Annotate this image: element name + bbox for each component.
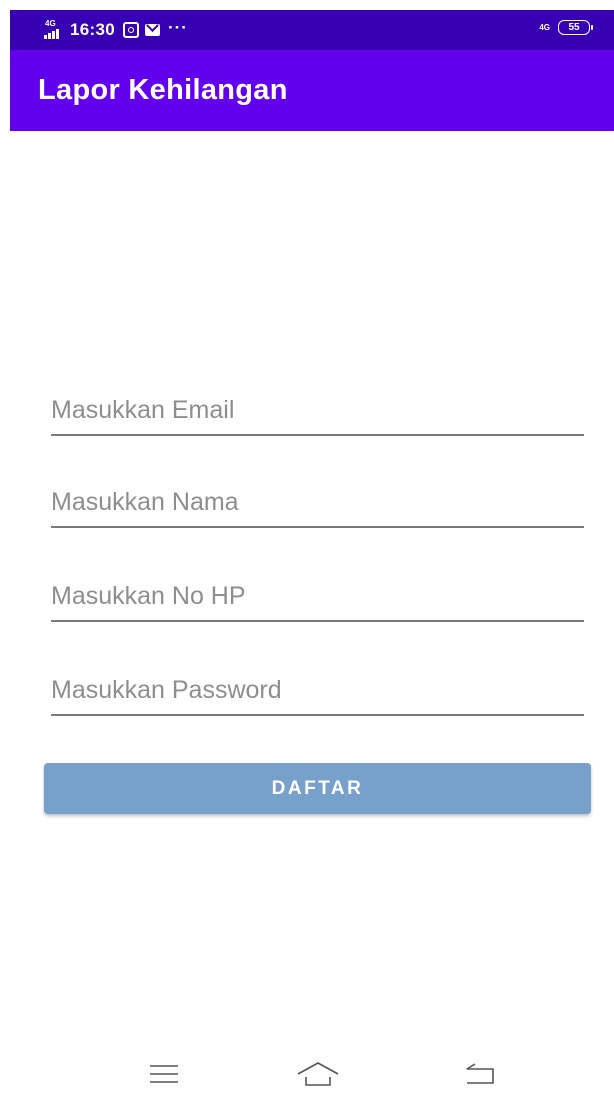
register-screen: 4G 16:30 ··· 4G 55 Lapor Kehilangan Masu… xyxy=(0,0,614,1116)
back-button[interactable] xyxy=(454,1054,504,1094)
name-input[interactable] xyxy=(51,482,584,522)
name-field-container xyxy=(51,482,584,528)
status-left: 4G 16:30 ··· xyxy=(44,18,188,41)
network-type-label: 4G xyxy=(45,19,56,28)
password-field-container xyxy=(51,670,584,716)
app-bar: Lapor Kehilangan xyxy=(10,50,614,131)
home-icon xyxy=(297,1062,339,1086)
register-button[interactable]: DAFTAR xyxy=(44,763,591,814)
system-nav-bar xyxy=(0,1040,614,1116)
status-right: 4G 55 xyxy=(539,20,593,35)
mail-icon xyxy=(144,24,160,36)
email-field-container xyxy=(51,390,584,436)
home-button[interactable] xyxy=(293,1054,343,1094)
signal-4g-icon: 4G xyxy=(44,19,64,41)
email-input[interactable] xyxy=(51,390,584,430)
battery-icon: 55 xyxy=(558,20,593,35)
network-4g-icon: 4G xyxy=(539,23,550,32)
menu-button[interactable] xyxy=(139,1054,189,1094)
battery-level: 55 xyxy=(568,22,580,33)
password-input[interactable] xyxy=(51,670,584,710)
phone-field-container xyxy=(51,576,584,622)
back-icon xyxy=(466,1063,494,1084)
menu-icon xyxy=(150,1065,178,1083)
instagram-icon xyxy=(122,22,139,38)
status-bar: 4G 16:30 ··· 4G 55 xyxy=(10,10,614,50)
page-title: Lapor Kehilangan xyxy=(38,74,288,106)
clock: 16:30 xyxy=(70,20,115,39)
phone-input[interactable] xyxy=(51,576,584,616)
more-icon: ··· xyxy=(167,18,188,37)
